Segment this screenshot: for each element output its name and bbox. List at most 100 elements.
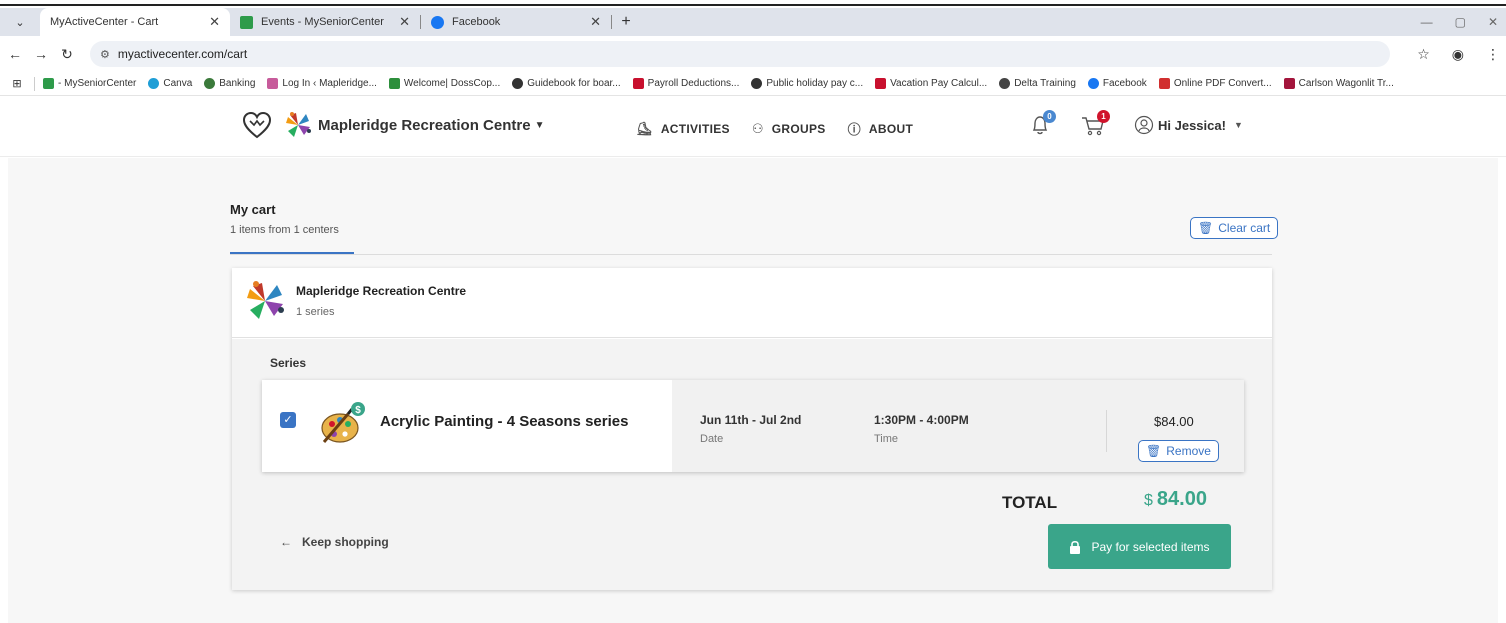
bookmark-favicon-icon bbox=[388, 78, 400, 89]
cart-item-info: ✓ $ Acrylic Painting - 4 Seasons series bbox=[262, 380, 672, 472]
nav-groups[interactable]: ⚇ GROUPS bbox=[752, 119, 826, 138]
close-window-icon[interactable]: ✕ bbox=[1488, 15, 1498, 29]
heart-logo-icon bbox=[242, 111, 272, 139]
bookmark-favicon-icon bbox=[148, 78, 160, 89]
page-title: My cart bbox=[230, 202, 276, 217]
browser-tab-cart[interactable]: MyActiveCenter - Cart ✕ bbox=[40, 8, 230, 36]
pdf-favicon-icon bbox=[1158, 78, 1170, 89]
minimize-icon[interactable]: — bbox=[1421, 15, 1433, 29]
mapleridge-logo-icon bbox=[247, 281, 284, 319]
bookmark-item[interactable]: Banking bbox=[204, 78, 255, 89]
trash-icon: 🗑 bbox=[1146, 444, 1162, 458]
bookmark-item[interactable]: Vacation Pay Calcul... bbox=[875, 78, 987, 89]
caret-down-icon: ▼ bbox=[1233, 120, 1243, 130]
bookmark-label: Facebook bbox=[1102, 78, 1147, 89]
item-title: Acrylic Painting - 4 Seasons series bbox=[380, 413, 629, 430]
bookmark-item[interactable]: Facebook bbox=[1087, 78, 1147, 89]
bookmark-favicon-icon bbox=[204, 78, 216, 89]
tab-title: MyActiveCenter - Cart bbox=[50, 16, 159, 28]
item-time-label: Time bbox=[874, 433, 899, 445]
bookmark-item[interactable]: Online PDF Convert... bbox=[1158, 78, 1272, 89]
remove-item-button[interactable]: 🗑 Remove bbox=[1138, 440, 1219, 462]
back-arrow-icon[interactable]: ← bbox=[4, 46, 26, 62]
center-row: Mapleridge Recreation Centre 1 series bbox=[232, 268, 1272, 338]
trash-icon: 🗑 bbox=[1198, 221, 1214, 235]
bookmark-item[interactable]: Canva bbox=[148, 78, 192, 89]
clear-cart-button[interactable]: 🗑 Clear cart bbox=[1190, 217, 1279, 239]
question-circle-icon: ⓘ bbox=[847, 122, 861, 137]
center-selector[interactable]: Mapleridge Recreation Centre ▼ bbox=[242, 111, 544, 139]
reload-icon[interactable]: ↻ bbox=[56, 46, 78, 63]
facebook-favicon-icon bbox=[431, 15, 444, 29]
item-price: $84.00 bbox=[1154, 414, 1194, 429]
bookmark-item[interactable]: Welcome| DossCop... bbox=[388, 78, 500, 89]
cart-item: ✓ $ Acrylic Painting - 4 Seasons series bbox=[262, 380, 1244, 472]
bookmark-item[interactable]: Log In ‹ Mapleridge... bbox=[267, 78, 377, 89]
bookmark-item[interactable]: Guidebook for boar... bbox=[512, 78, 621, 89]
forward-arrow-icon[interactable]: → bbox=[30, 46, 52, 62]
item-date-value: Jun 11th - Jul 2nd bbox=[700, 413, 802, 427]
bookmark-favicon-icon bbox=[751, 78, 763, 89]
bookmarks-bar: ⊞ - MySeniorCenter Canva Banking Log In … bbox=[0, 72, 1506, 96]
bookmark-item[interactable]: Public holiday pay c... bbox=[751, 78, 863, 89]
apps-grid-icon[interactable]: ⊞ bbox=[0, 77, 34, 90]
bookmark-favicon-icon bbox=[267, 78, 279, 89]
bookmark-star-icon[interactable]: ☆ bbox=[1417, 46, 1430, 63]
bookmark-label: Log In ‹ Mapleridge... bbox=[282, 78, 377, 89]
maple-leaf-icon bbox=[632, 78, 644, 89]
bookmark-item[interactable]: Delta Training bbox=[999, 78, 1076, 89]
close-icon[interactable]: ✕ bbox=[590, 14, 601, 30]
browser-tab-bar: ⌄ MyActiveCenter - Cart ✕ Events - MySen… bbox=[0, 8, 1506, 36]
nav-label: ABOUT bbox=[868, 121, 914, 136]
cart-button[interactable]: 1 bbox=[1080, 110, 1110, 137]
main-nav: ⛸ ACTIVITIES ⚇ GROUPS ⓘ ABOUT bbox=[636, 119, 913, 138]
notifications-button[interactable]: 0 bbox=[1028, 110, 1056, 137]
notifications-badge: 0 bbox=[1043, 110, 1056, 123]
url-input[interactable]: ⚙ myactivecenter.com/cart bbox=[90, 41, 1390, 67]
close-icon[interactable]: ✕ bbox=[399, 14, 410, 30]
clear-cart-label: Clear cart bbox=[1218, 221, 1271, 235]
profile-icon[interactable]: ◉ bbox=[1452, 46, 1464, 63]
cart-item-details: Jun 11th - Jul 2nd Date 1:30PM - 4:00PM … bbox=[672, 380, 1244, 472]
center-name: Mapleridge Recreation Centre bbox=[296, 284, 467, 298]
bookmark-item[interactable]: - MySeniorCenter bbox=[43, 78, 136, 89]
pay-selected-button[interactable]: Pay for selected items bbox=[1048, 524, 1231, 569]
total-currency: $ bbox=[1144, 492, 1153, 509]
cart-page: My cart 1 items from 1 centers 🗑 Clear c… bbox=[8, 158, 1498, 623]
total-amount: $84.00 bbox=[1144, 488, 1207, 511]
restore-icon[interactable]: ▢ bbox=[1455, 15, 1466, 29]
lock-icon bbox=[1070, 540, 1081, 554]
browser-tab-events[interactable]: Events - MySeniorCenter ✕ bbox=[230, 8, 420, 36]
close-icon[interactable]: ✕ bbox=[209, 14, 220, 30]
header-actions: 0 1 Hi Jessica! ▼ bbox=[1028, 110, 1243, 137]
new-tab-button[interactable]: + bbox=[612, 8, 640, 36]
tab-title: Events - MySeniorCenter bbox=[261, 16, 384, 28]
center-item-count: 1 series bbox=[296, 306, 335, 318]
window-top-border bbox=[0, 0, 1506, 6]
maple-leaf-icon bbox=[875, 78, 887, 89]
bookmark-label: Online PDF Convert... bbox=[1173, 78, 1272, 89]
item-select-checkbox[interactable]: ✓ bbox=[280, 412, 296, 428]
bookmark-item[interactable]: Carlson Wagonlit Tr... bbox=[1283, 78, 1394, 89]
site-info-icon[interactable]: ⚙ bbox=[100, 48, 110, 61]
bookmark-label: Delta Training bbox=[1014, 78, 1076, 89]
facebook-favicon-icon bbox=[1087, 78, 1099, 89]
browser-tab-facebook[interactable]: Facebook ✕ bbox=[421, 8, 611, 36]
nav-activities[interactable]: ⛸ ACTIVITIES bbox=[636, 119, 730, 138]
nav-about[interactable]: ⓘ ABOUT bbox=[848, 119, 913, 138]
tab-search-button[interactable]: ⌄ bbox=[0, 8, 40, 36]
keep-shopping-link[interactable]: ← Keep shopping bbox=[280, 535, 389, 549]
bookmark-item[interactable]: Payroll Deductions... bbox=[632, 78, 739, 89]
ice-skate-icon: ⛸ bbox=[636, 120, 653, 136]
window-controls: — ▢ ✕ bbox=[1421, 8, 1506, 36]
browser-menu-icon[interactable]: ⋮ bbox=[1486, 46, 1500, 63]
remove-label: Remove bbox=[1166, 444, 1211, 458]
mysenior-favicon-icon bbox=[240, 15, 253, 29]
section-label: Series bbox=[270, 356, 307, 370]
bookmark-label: Canva bbox=[163, 78, 193, 89]
item-date-label: Date bbox=[700, 433, 724, 445]
user-menu[interactable]: Hi Jessica! ▼ bbox=[1134, 115, 1243, 135]
bookmark-label: Guidebook for boar... bbox=[527, 78, 621, 89]
total-label: TOTAL bbox=[1002, 493, 1058, 512]
site-header: Mapleridge Recreation Centre ▼ ⛸ ACTIVIT… bbox=[0, 97, 1506, 157]
